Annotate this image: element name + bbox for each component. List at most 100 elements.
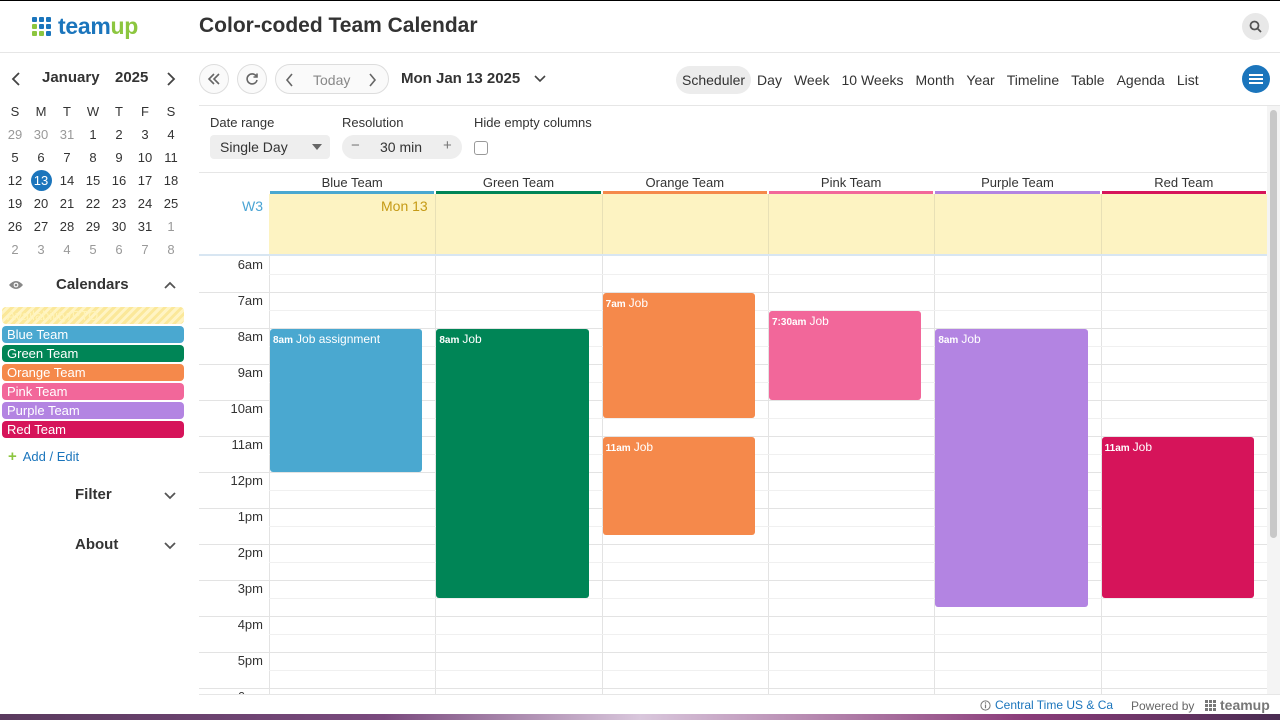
mini-calendar-day[interactable]: 8 <box>80 150 106 165</box>
chevron-down-icon <box>164 542 176 550</box>
powered-by-logo[interactable]: teamup <box>1205 697 1270 713</box>
mini-calendar-month[interactable]: January <box>42 69 100 86</box>
mini-calendar-day[interactable]: 27 <box>28 219 54 234</box>
search-button[interactable] <box>1242 13 1269 40</box>
mini-calendar-day[interactable]: 19 <box>2 196 28 211</box>
mini-calendar-day[interactable]: 15 <box>80 173 106 188</box>
mini-calendar-day[interactable]: 3 <box>132 127 158 142</box>
day-label[interactable]: Mon 13 <box>381 198 428 214</box>
week-number[interactable]: W3 <box>242 198 263 214</box>
view-year-button[interactable]: Year <box>960 66 1000 94</box>
mini-calendar-day[interactable]: 6 <box>106 242 132 257</box>
today-button[interactable]: Today <box>313 72 350 88</box>
refresh-button[interactable] <box>237 64 267 94</box>
mini-calendar-day[interactable]: 12 <box>2 173 28 188</box>
mini-calendar-day[interactable]: 31 <box>132 219 158 234</box>
calendar-item[interactable]: Blue Team <box>2 326 184 343</box>
mini-calendar-day[interactable]: 6 <box>28 150 54 165</box>
event-time: 7:30am <box>771 317 807 328</box>
calendar-item[interactable]: Red Team <box>2 421 184 438</box>
date-range-select[interactable]: Single Day <box>210 135 330 159</box>
vertical-scrollbar[interactable] <box>1267 106 1280 694</box>
prev-month-icon[interactable] <box>8 70 24 88</box>
mini-calendar-day[interactable]: 26 <box>2 219 28 234</box>
event-block[interactable]: 11am Job <box>1101 437 1254 598</box>
chevron-down-icon[interactable] <box>533 72 547 86</box>
mini-calendar-day[interactable]: 2 <box>2 242 28 257</box>
mini-calendar-day[interactable]: 30 <box>106 219 132 234</box>
about-section-header[interactable]: About <box>0 534 190 556</box>
filter-section-header[interactable]: Filter <box>0 484 190 506</box>
mini-calendar-day[interactable]: 7 <box>132 242 158 257</box>
prev-day-icon[interactable] <box>284 72 296 88</box>
main-menu-button[interactable] <box>1242 65 1270 93</box>
mini-calendar-day[interactable]: 18 <box>158 173 184 188</box>
mini-calendar-day[interactable]: 29 <box>2 127 28 142</box>
hide-empty-columns-checkbox[interactable] <box>474 141 488 155</box>
calendars-header[interactable]: Calendars <box>0 274 190 296</box>
calendar-item[interactable]: Green Team <box>2 345 184 362</box>
event-block[interactable]: 7am Job <box>602 293 755 418</box>
mini-calendar-day[interactable]: 31 <box>54 127 80 142</box>
mini-calendar-day[interactable]: 29 <box>80 219 106 234</box>
add-edit-link[interactable]: + Add / Edit <box>8 448 79 465</box>
mini-calendar-day[interactable]: 5 <box>2 150 28 165</box>
event-block[interactable]: 8am Job <box>935 329 1088 607</box>
mini-calendar-day[interactable]: 16 <box>106 173 132 188</box>
view-10-weeks-button[interactable]: 10 Weeks <box>836 66 910 94</box>
mini-calendar-day[interactable]: 14 <box>54 173 80 188</box>
mini-calendar-day[interactable]: 3 <box>28 242 54 257</box>
mini-calendar-day[interactable]: 28 <box>54 219 80 234</box>
mini-calendar-day[interactable]: 21 <box>54 196 80 211</box>
mini-calendar-day[interactable]: 4 <box>54 242 80 257</box>
chevron-up-icon[interactable] <box>162 277 178 293</box>
mini-calendar-day[interactable]: 20 <box>28 196 54 211</box>
mini-calendar-day[interactable]: 30 <box>28 127 54 142</box>
event-block[interactable]: 8am Job assignment <box>270 329 423 472</box>
calendar-item[interactable]: Pink Team <box>2 383 184 400</box>
resolution-decrease-button[interactable]: − <box>351 137 360 154</box>
mini-calendar-day[interactable]: 1 <box>80 127 106 142</box>
view-table-button[interactable]: Table <box>1065 66 1110 94</box>
mini-calendar-day[interactable]: 23 <box>106 196 132 211</box>
calendar-item[interactable]: Purple Team <box>2 402 184 419</box>
view-list-button[interactable]: List <box>1171 66 1205 94</box>
mini-calendar-day[interactable]: 11 <box>158 150 184 165</box>
next-day-icon[interactable] <box>366 72 378 88</box>
mini-calendar-year[interactable]: 2025 <box>115 69 148 86</box>
teamup-logo[interactable]: teamup <box>32 13 138 40</box>
collapse-sidebar-button[interactable] <box>199 64 229 94</box>
resolution-increase-button[interactable]: + <box>443 137 452 154</box>
time-grid[interactable]: 6am7am8am9am10am11am12pm1pm2pm3pm4pm5pm6… <box>199 256 1267 694</box>
eye-icon[interactable] <box>8 279 24 291</box>
mini-calendar-day[interactable]: 24 <box>132 196 158 211</box>
timezone-link[interactable]: Central Time US & Ca <box>980 698 1113 712</box>
refresh-icon <box>246 73 258 85</box>
view-scheduler-button[interactable]: Scheduler <box>676 66 752 94</box>
current-date-picker[interactable]: Mon Jan 13 2025 <box>401 70 520 87</box>
mini-calendar-day[interactable]: 25 <box>158 196 184 211</box>
view-day-button[interactable]: Day <box>751 66 788 94</box>
view-month-button[interactable]: Month <box>910 66 961 94</box>
event-block[interactable]: 7:30am Job <box>768 311 922 400</box>
next-month-icon[interactable] <box>163 70 179 88</box>
mini-calendar-day[interactable]: 5 <box>80 242 106 257</box>
event-block[interactable]: 11am Job <box>602 437 755 535</box>
view-agenda-button[interactable]: Agenda <box>1111 66 1171 94</box>
mini-calendar-day[interactable]: 1 <box>158 219 184 234</box>
calendar-item[interactable]: Availability/PTO <box>2 307 184 324</box>
mini-calendar-day[interactable]: 2 <box>106 127 132 142</box>
event-block[interactable]: 8am Job <box>436 329 589 598</box>
mini-calendar-day[interactable]: 4 <box>158 127 184 142</box>
mini-calendar-day[interactable]: 17 <box>132 173 158 188</box>
mini-calendar-day[interactable]: 7 <box>54 150 80 165</box>
mini-calendar-day[interactable]: 9 <box>106 150 132 165</box>
mini-calendar-day[interactable]: 10 <box>132 150 158 165</box>
mini-calendar-day[interactable]: 22 <box>80 196 106 211</box>
mini-calendar-today[interactable]: 13 <box>30 170 52 191</box>
calendar-item[interactable]: Orange Team <box>2 364 184 381</box>
view-timeline-button[interactable]: Timeline <box>1001 66 1065 94</box>
view-week-button[interactable]: Week <box>788 66 836 94</box>
mini-calendar-day[interactable]: 8 <box>158 242 184 257</box>
scrollbar-thumb[interactable] <box>1270 110 1277 538</box>
